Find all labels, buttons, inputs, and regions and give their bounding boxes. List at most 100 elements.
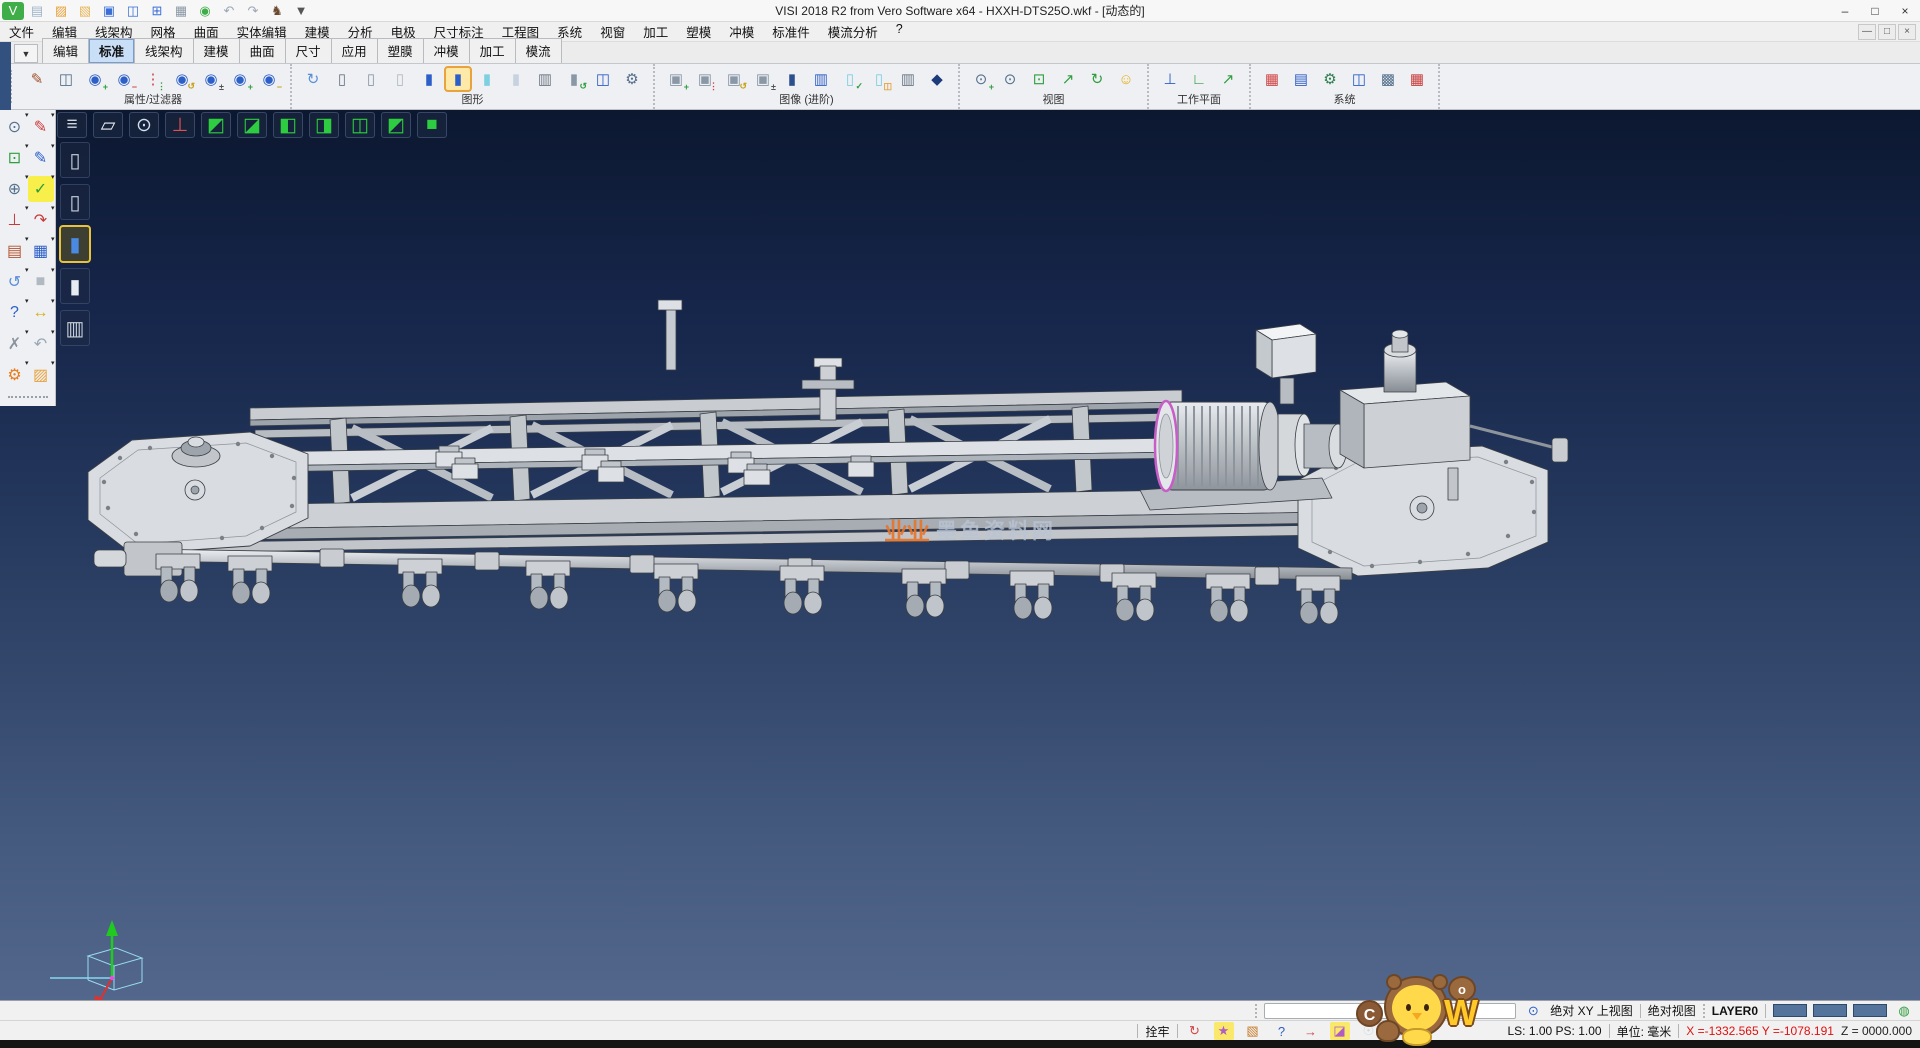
color-swatch[interactable] <box>1813 1004 1847 1017</box>
system-options-icon[interactable]: ⚙ <box>1317 67 1343 91</box>
save-as-icon[interactable]: ◫ <box>122 2 144 20</box>
tab-dropdown-icon[interactable]: ▼ <box>14 44 38 63</box>
view-back-icon[interactable]: ◩ <box>381 112 411 138</box>
hidden-mode-icon[interactable]: ▯ <box>60 184 90 220</box>
mdi-close-button[interactable]: × <box>1898 24 1916 40</box>
new-file-icon[interactable]: ▤ <box>26 2 48 20</box>
mdi-minimize-button[interactable]: — <box>1858 24 1876 40</box>
ribbon-tab[interactable]: 建模 <box>193 38 240 63</box>
wire-cylinder-icon[interactable]: ▥ <box>895 67 921 91</box>
redo-icon[interactable]: ↷ <box>242 2 264 20</box>
color-palette-icon[interactable]: ▦ <box>1259 67 1285 91</box>
show-all-icon[interactable]: ◉+ <box>227 67 253 91</box>
save-all-icon[interactable]: ⊞ <box>146 2 168 20</box>
export-view-icon[interactable]: → <box>1301 1022 1321 1040</box>
search-icon[interactable]: ⊙ <box>1523 1002 1543 1020</box>
minimize-button[interactable]: – <box>1830 0 1860 21</box>
workplane-move-icon[interactable]: ↗ <box>1215 67 1241 91</box>
pan-view-icon[interactable]: ↗ <box>1055 67 1081 91</box>
confirm-check-icon[interactable]: ✓ <box>28 176 54 202</box>
flat-shaded-view-icon[interactable]: ▮ <box>503 67 529 91</box>
curve-modify-icon[interactable]: ↷ <box>28 207 54 233</box>
edit-attributes-icon[interactable]: ✎ <box>24 67 50 91</box>
shaded-edges-view-icon[interactable]: ▮ <box>445 67 471 91</box>
cad-model[interactable] <box>0 110 1920 1000</box>
view-top-icon[interactable]: ◩ <box>201 112 231 138</box>
translucent-view-icon[interactable]: ▮ <box>474 67 500 91</box>
color-table-icon[interactable]: ▤ <box>1288 67 1314 91</box>
toggle-visibility-icon[interactable]: ◉± <box>198 67 224 91</box>
rotate-view-icon[interactable]: ↻ <box>1084 67 1110 91</box>
ribbon-tab[interactable]: 曲面 <box>239 38 286 63</box>
regen-icon[interactable]: ↺ <box>2 269 28 295</box>
zoom-solid-icon[interactable]: ⊙ <box>997 67 1023 91</box>
view-front-icon[interactable]: ◫ <box>345 112 375 138</box>
open-folder-icon[interactable]: ▨ <box>50 2 72 20</box>
3d-viewport[interactable]: ≡▱⊙⊥◩◪◧◨◫◩■ ▯▯▮▮▥ 业业 墨鱼资料网 <box>0 110 1920 1000</box>
menu-item[interactable]: 加工 <box>634 21 677 42</box>
window-config-icon[interactable]: ◫ <box>1346 67 1372 91</box>
macro-icon[interactable]: ♞ <box>266 2 288 20</box>
scene-add-icon[interactable]: ▣+ <box>663 67 689 91</box>
menu-item[interactable]: 标准件 <box>763 21 819 42</box>
ucs-triad-icon[interactable]: ⊥ <box>2 207 28 233</box>
ribbon-tab[interactable]: 线架构 <box>134 38 194 63</box>
scene-refresh-icon[interactable]: ▣↺ <box>721 67 747 91</box>
selection-frame-icon[interactable]: ⊡ <box>2 145 28 171</box>
magic-wand-icon[interactable]: ★ <box>1214 1022 1234 1040</box>
workplane-axes-icon[interactable]: ⊥ <box>1157 67 1183 91</box>
view-face-icon[interactable]: ☺ <box>1113 67 1139 91</box>
attributes-preview-icon[interactable]: ◫ <box>53 67 79 91</box>
undo-icon[interactable]: ↶ <box>218 2 240 20</box>
measure-icon[interactable]: ↔ <box>28 300 54 326</box>
section-view-icon[interactable]: ◫ <box>590 67 616 91</box>
active-layer-label[interactable]: LAYER0 <box>1712 1004 1758 1018</box>
import-file-icon[interactable]: ▨ <box>28 362 54 388</box>
globe-icon[interactable]: ◍ <box>1894 1002 1914 1020</box>
help-icon[interactable]: ? <box>2 300 28 326</box>
ribbon-tab[interactable]: 编辑 <box>42 38 89 63</box>
dashed-hidden-view-icon[interactable]: ▯ <box>387 67 413 91</box>
delete-icon[interactable]: ✗ <box>2 331 28 357</box>
context-help-icon[interactable]: ? <box>1272 1022 1292 1040</box>
lamp-icon[interactable]: ☉ <box>1359 1022 1379 1040</box>
triad-icon[interactable]: ⊥ <box>165 112 195 138</box>
snap-lock-label[interactable]: 拴牢 <box>1145 1023 1169 1040</box>
wireframe-mode-icon[interactable]: ▯ <box>60 142 90 178</box>
zoom-solids-icon[interactable]: ⊕ <box>2 176 28 202</box>
shaded-view-icon[interactable]: ▮ <box>416 67 442 91</box>
ribbon-tab[interactable]: 尺寸 <box>285 38 332 63</box>
zoom-preview-icon[interactable]: ⊙ <box>2 114 28 140</box>
grid-settings-icon[interactable]: ▦ <box>1404 67 1430 91</box>
zoom-extents-icon[interactable]: ⊙ <box>129 112 159 138</box>
refresh-locked-icon[interactable]: ↻ <box>1185 1022 1205 1040</box>
print-icon[interactable]: ▦ <box>170 2 192 20</box>
print-preview-icon[interactable]: ◉ <box>194 2 216 20</box>
verified-cylinder-icon[interactable]: ▯✓ <box>837 67 863 91</box>
zoom-dynamic-icon[interactable]: ⊙+ <box>968 67 994 91</box>
viewport-menu-icon[interactable]: ≡ <box>57 112 87 138</box>
wireframe-view-icon[interactable]: ▯ <box>329 67 355 91</box>
mesh-view-icon[interactable]: ▥ <box>532 67 558 91</box>
sketch-edit-icon[interactable]: ✎ <box>28 114 54 140</box>
insert-part-icon[interactable]: ▧ <box>74 2 96 20</box>
close-button[interactable]: × <box>1890 0 1920 21</box>
ribbon-tab[interactable]: 应用 <box>331 38 378 63</box>
scene-toggle-icon[interactable]: ▣± <box>750 67 776 91</box>
menu-item[interactable]: 冲模 <box>720 21 763 42</box>
machine-assembly[interactable] <box>88 300 1568 624</box>
view-iso-icon[interactable]: ■ <box>417 112 447 138</box>
copy-cylinder-icon[interactable]: ▯◫ <box>866 67 892 91</box>
ribbon-tab[interactable]: 加工 <box>469 38 516 63</box>
refresh-visibility-icon[interactable]: ◉↺ <box>169 67 195 91</box>
view-right-icon[interactable]: ◨ <box>309 112 339 138</box>
ribbon-tab[interactable]: 模流 <box>515 38 562 63</box>
workplane-view-icon[interactable]: ▱ <box>93 112 123 138</box>
ribbon-tab[interactable]: 塑膜 <box>377 38 424 63</box>
filter-traffic-light-icon[interactable]: ⋮⋮ <box>140 67 166 91</box>
selection-settings-icon[interactable]: ▩ <box>1375 67 1401 91</box>
view-left-icon[interactable]: ◧ <box>273 112 303 138</box>
menu-item[interactable]: 模流分析 <box>819 21 887 42</box>
hlr-quality-icon[interactable]: ▧ <box>1243 1022 1263 1040</box>
menu-item[interactable]: 塑模 <box>677 21 720 42</box>
